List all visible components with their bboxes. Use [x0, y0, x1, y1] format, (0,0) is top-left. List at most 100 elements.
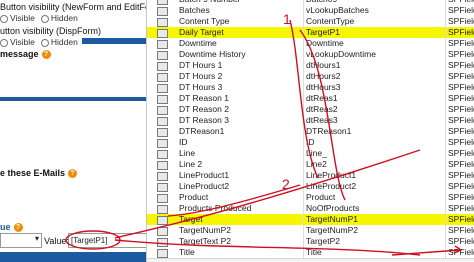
table-row[interactable]: TargetText P2 TargetP2SPFieldTe — [147, 236, 474, 248]
field-display-name: DTReason1 — [179, 126, 225, 136]
field-internal-name: LineProduct1 — [303, 170, 444, 181]
field-icon — [157, 27, 169, 38]
field-type: SPFieldCh — [445, 104, 474, 115]
field-internal-name: Title — [303, 247, 444, 258]
field-icon — [157, 5, 169, 16]
table-row[interactable]: DT Hours 1 dtHours1SPFieldNu — [147, 60, 474, 72]
field-display-name: Content Type — [179, 16, 230, 26]
table-row[interactable]: Batches vLookupBatchesSPFieldLo — [147, 5, 474, 17]
field-display-name: DT Reason 1 — [179, 93, 229, 103]
field-display-name: Products Produced — [179, 203, 252, 213]
field-icon — [157, 71, 169, 82]
setting-label-emails: e these E-Mails? — [0, 168, 78, 179]
field-icon — [157, 236, 169, 247]
value-input[interactable]: [TargetP1] — [68, 233, 147, 248]
field-type: SPFieldNu — [445, 203, 474, 214]
field-display-name: TargetNumP2 — [179, 225, 231, 235]
field-select[interactable]: ▾ — [0, 233, 42, 248]
field-display-name: Batches — [179, 5, 210, 15]
table-row[interactable]: DT Hours 3 dtHours3SPFieldNu — [147, 82, 474, 94]
field-icon — [157, 247, 169, 258]
field-internal-name: Line2 — [303, 159, 444, 170]
field-type: SPFieldCh — [445, 148, 474, 159]
table-row[interactable]: DowntimeDowntimeSPFieldNu — [147, 38, 474, 50]
blue-divider-2 — [0, 97, 146, 101]
table-row[interactable]: ProductProductSPFieldCh — [147, 192, 474, 204]
field-internal-name: dtHours1 — [303, 60, 444, 71]
field-internal-name: dtReas2 — [303, 104, 444, 115]
field-type: SPFieldCh — [445, 159, 474, 170]
field-icon — [157, 38, 169, 49]
field-internal-name: LineProduct2 — [303, 181, 444, 192]
field-internal-name: NoOfProducts — [303, 203, 444, 214]
field-internal-name: dtHours3 — [303, 82, 444, 93]
table-row[interactable]: IDIDSPFieldCo — [147, 137, 474, 149]
field-type: SPFieldCh — [445, 181, 474, 192]
field-internal-name: dtReas3 — [303, 115, 444, 126]
field-display-name: DT Reason 3 — [179, 115, 229, 125]
field-type: SPFieldTe — [445, 247, 474, 258]
field-internal-name: Line_ — [303, 148, 444, 159]
field-display-name: Daily Target — [179, 27, 224, 37]
field-internal-name: ID — [303, 137, 444, 148]
help-icon[interactable]: ? — [41, 50, 51, 60]
table-row[interactable]: Daily Target TargetP1SPFieldText — [147, 27, 474, 39]
table-row[interactable]: Content Type ContentTypeSPFieldCo — [147, 16, 474, 28]
table-row[interactable]: DTReason1DTReason1SPFieldCh — [147, 126, 474, 138]
field-icon — [157, 214, 169, 225]
field-display-name: DT Hours 2 — [179, 71, 223, 81]
table-row[interactable]: Line Line_SPFieldCh — [147, 148, 474, 160]
table-row[interactable]: DT Hours 2 dtHours2SPFieldNu — [147, 71, 474, 83]
table-row[interactable]: LineProduct2LineProduct2SPFieldCh — [147, 181, 474, 193]
field-internal-name: DTReason1 — [303, 126, 444, 137]
field-type: SPFieldNu — [445, 38, 474, 49]
table-row[interactable]: Line 2 Line2SPFieldCh — [147, 159, 474, 171]
setting-label-message: message? — [0, 49, 51, 60]
condition-label: ue? — [0, 222, 23, 233]
field-type: SPFieldCh — [445, 170, 474, 181]
table-row[interactable]: TargetNumP2TargetNumP2SPFieldNu — [147, 225, 474, 237]
field-display-name: Target — [179, 214, 203, 224]
field-display-name: TargetText P2 — [179, 236, 231, 246]
field-display-name: DT Hours 1 — [179, 60, 223, 70]
radio-hidden-2[interactable]: Hidden — [40, 37, 78, 47]
table-row[interactable]: LineProduct1LineProduct1SPFieldCh — [147, 170, 474, 182]
field-icon — [157, 192, 169, 203]
field-display-name: DT Reason 2 — [179, 104, 229, 114]
field-display-name: Title — [179, 247, 195, 257]
help-icon[interactable]: ? — [13, 223, 23, 233]
field-display-name: ID — [179, 137, 188, 147]
field-display-name: LineProduct2 — [179, 181, 230, 191]
field-icon — [157, 181, 169, 192]
field-display-name: Product — [179, 192, 209, 202]
radio-group-newform: Visible Hidden — [0, 13, 78, 23]
table-row[interactable]: DT Reason 3 dtReas3SPFieldCh — [147, 115, 474, 127]
field-internal-name: Batch09 — [303, 0, 444, 5]
radio-visible-1[interactable]: Visible — [0, 13, 35, 23]
field-type: SPFieldText — [445, 27, 474, 38]
field-display-name: Downtime — [179, 38, 217, 48]
field-type: SPFieldLo — [445, 49, 474, 60]
field-display-name: Batch 9 Number — [179, 0, 297, 5]
radio-visible-2[interactable]: Visible — [0, 37, 35, 47]
radio-hidden-1[interactable]: Hidden — [40, 13, 78, 23]
field-type: SPFieldText — [445, 0, 474, 5]
footer-blue-bar — [0, 252, 146, 262]
table-row[interactable]: Downtime History vLookupDowntimeSPFieldLo — [147, 49, 474, 61]
field-icon — [157, 148, 169, 159]
table-row[interactable]: Products Produced NoOfProductsSPFieldNu — [147, 203, 474, 215]
table-row[interactable]: TitleTitleSPFieldTe — [147, 247, 474, 259]
field-icon — [157, 126, 169, 137]
help-icon[interactable]: ? — [68, 169, 78, 179]
table-row[interactable]: DT Reason 2 dtReas2SPFieldCh — [147, 104, 474, 116]
setting-label-dispform-visibility: utton visibility (DispForm) — [0, 26, 102, 36]
field-icon — [157, 225, 169, 236]
table-row[interactable]: Target TargetNumP1SPFieldNu — [147, 214, 474, 226]
setting-label-newform-visibility: Button visibility (NewForm and EditForm) — [0, 2, 164, 12]
field-icon — [157, 49, 169, 60]
table-row[interactable]: DT Reason 1 dtReas1SPFieldCh — [147, 93, 474, 105]
field-type: SPFieldCo — [445, 16, 474, 27]
fields-table: Batch 9 NumberBatch09SPFieldTextBatchesv… — [146, 0, 474, 262]
field-icon — [157, 203, 169, 214]
field-display-name: DT Hours 3 — [179, 82, 223, 92]
